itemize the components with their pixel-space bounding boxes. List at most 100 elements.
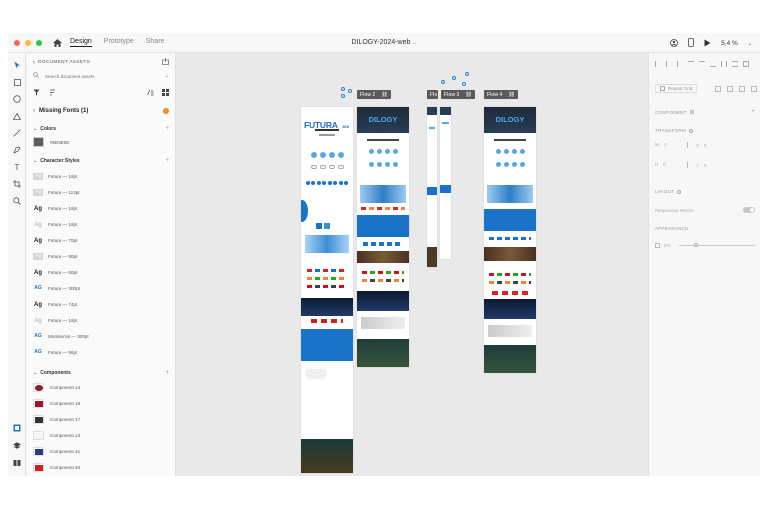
tab-design[interactable]: Design [70, 38, 92, 47]
grid-view-icon[interactable] [162, 89, 169, 98]
character-style-item[interactable]: AG Futura — 300pt [33, 285, 80, 292]
align-bottom-icon[interactable] [710, 61, 716, 67]
flow-connector-dot[interactable] [441, 80, 445, 84]
add-component-state-icon[interactable]: + [751, 109, 755, 115]
opacity-value[interactable]: 0% [664, 243, 671, 248]
responsive-resize-toggle[interactable] [743, 207, 755, 213]
home-icon[interactable] [52, 38, 62, 48]
flow-connector-dot[interactable] [348, 89, 352, 93]
artboard-mobile-2[interactable] [440, 107, 451, 259]
align-left-icon[interactable] [655, 61, 661, 67]
distribute-v-icon[interactable] [732, 61, 738, 67]
boolean-exclude-icon[interactable] [751, 85, 758, 92]
flow-3-label[interactable]: Flow 3 ⛓ [441, 90, 475, 99]
mobile-preview-icon[interactable] [688, 38, 695, 49]
boolean-subtract-icon[interactable] [727, 85, 734, 92]
colors-section-header[interactable]: ⌄ Colors + [33, 126, 169, 132]
play-icon[interactable] [704, 39, 711, 49]
boolean-intersect-icon[interactable] [739, 85, 746, 92]
chevron-down-icon[interactable]: ⌄ [748, 41, 752, 47]
tab-share[interactable]: Share [146, 38, 165, 47]
close-window-button[interactable] [14, 39, 20, 46]
lock-aspect-icon[interactable] [687, 142, 688, 148]
opacity-slider[interactable] [678, 243, 755, 247]
component-item[interactable]: Component 41 [33, 447, 80, 456]
components-header[interactable]: ⌄ Components + [33, 370, 169, 376]
line-tool-icon[interactable] [12, 128, 22, 138]
layers-panel-icon[interactable] [12, 441, 22, 451]
search-input[interactable] [45, 73, 155, 79]
color-swatch[interactable] [33, 137, 44, 147]
distribute-h-icon[interactable] [721, 61, 727, 67]
character-style-item[interactable]: Ag Futura — 18pt [33, 317, 77, 324]
height-value[interactable]: 0 [663, 162, 666, 167]
polygon-tool-icon[interactable] [12, 111, 22, 121]
add-style-icon[interactable]: + [165, 158, 169, 164]
list-view-icon[interactable] [147, 89, 154, 98]
ellipse-tool-icon[interactable] [12, 94, 22, 104]
pen-tool-icon[interactable] [12, 145, 22, 155]
artboard-futura[interactable]: FUTURA 365 [301, 107, 353, 473]
width-value[interactable]: 0 [664, 142, 667, 147]
zoom-tool-icon[interactable] [12, 196, 22, 206]
component-item[interactable]: Component 14 [33, 383, 80, 392]
flow-4-label[interactable]: Flow 4 ⛓ [484, 90, 518, 99]
lock-aspect-icon[interactable] [687, 162, 688, 168]
back-chevron-icon[interactable]: ‹ [33, 60, 35, 66]
y-value[interactable]: 0 [704, 163, 707, 168]
flow-2-label[interactable]: Flow 2 ⛓ [357, 90, 391, 99]
character-style-item[interactable]: AG Futura — 96pt [33, 349, 77, 356]
assets-panel-icon[interactable] [12, 423, 22, 433]
maximize-window-button[interactable] [36, 39, 42, 46]
minimize-window-button[interactable] [25, 39, 31, 46]
select-tool-icon[interactable] [12, 60, 22, 70]
chevron-down-icon[interactable]: ⌄ [412, 40, 416, 46]
sort-icon[interactable] [49, 89, 56, 98]
tab-prototype[interactable]: Prototype [104, 38, 134, 47]
align-right-icon[interactable] [677, 61, 683, 67]
character-style-item[interactable]: Ag Futura — 113pt [33, 189, 80, 196]
rectangle-tool-icon[interactable] [12, 77, 22, 87]
character-style-item[interactable]: Ag Futura — 74pt [33, 301, 77, 308]
distribute-spacing-icon[interactable] [743, 61, 749, 67]
design-canvas[interactable]: Flow 2 ⛓ Flo Flow 3 ⛓ Flow 4 ⛓ FUTURA 36… [176, 53, 648, 476]
component-item[interactable]: Component 16 [33, 399, 80, 408]
plugins-panel-icon[interactable] [12, 458, 22, 468]
flow-connector-dot[interactable] [452, 76, 456, 80]
zoom-level[interactable]: 5,4 % [721, 40, 738, 47]
component-item[interactable]: Component 13 [33, 431, 80, 440]
character-style-item[interactable]: Ag Futura — 18pt [33, 173, 77, 180]
character-styles-header[interactable]: ⌄ Character Styles + [33, 158, 169, 164]
color-swatch-row[interactable]: #5E5E5E [33, 137, 169, 147]
character-style-item[interactable]: Ag Futura — 18pt [33, 221, 77, 228]
text-tool-icon[interactable]: T [12, 162, 22, 172]
character-style-item[interactable]: Ag Futura — 18pt [33, 205, 77, 212]
missing-fonts-row[interactable]: › Missing Fonts (1) ! [33, 108, 169, 114]
align-center-icon[interactable] [666, 61, 672, 67]
artboard-mobile-1[interactable] [427, 107, 437, 267]
x-value[interactable]: 0 [704, 143, 707, 148]
flow-partial-label[interactable]: Flo [427, 90, 439, 99]
component-item[interactable]: Component 17 [33, 415, 80, 424]
flow-connector-dot[interactable] [465, 72, 469, 76]
repeat-grid-button[interactable]: Repeat Grid [655, 84, 698, 93]
chevron-down-icon[interactable]: ⌄ [165, 73, 169, 79]
export-icon[interactable] [162, 58, 169, 67]
flow-connector-dot[interactable] [341, 87, 345, 91]
artboard-dilogy-1[interactable]: DILOGY [357, 107, 409, 367]
user-icon[interactable] [670, 38, 679, 49]
x-field[interactable]: X 0 [687, 142, 707, 148]
add-component-icon[interactable]: + [165, 370, 169, 376]
add-color-icon[interactable]: + [165, 126, 169, 132]
filter-icon[interactable] [33, 89, 40, 98]
y-field[interactable]: Y 0 [687, 162, 707, 168]
character-style-item[interactable]: Ag Futura — 60pt [33, 269, 77, 276]
character-style-item[interactable]: AG Montserrat — 300pt [33, 333, 88, 340]
flow-connector-dot[interactable] [462, 82, 466, 86]
character-style-item[interactable]: Ag Futura — 80pt [33, 253, 77, 260]
artboard-tool-icon[interactable] [12, 179, 22, 189]
component-item[interactable]: Component 40 [33, 463, 80, 472]
height-field[interactable]: H 0 [655, 162, 666, 167]
align-top-icon[interactable] [688, 61, 694, 67]
align-middle-icon[interactable] [699, 61, 705, 67]
